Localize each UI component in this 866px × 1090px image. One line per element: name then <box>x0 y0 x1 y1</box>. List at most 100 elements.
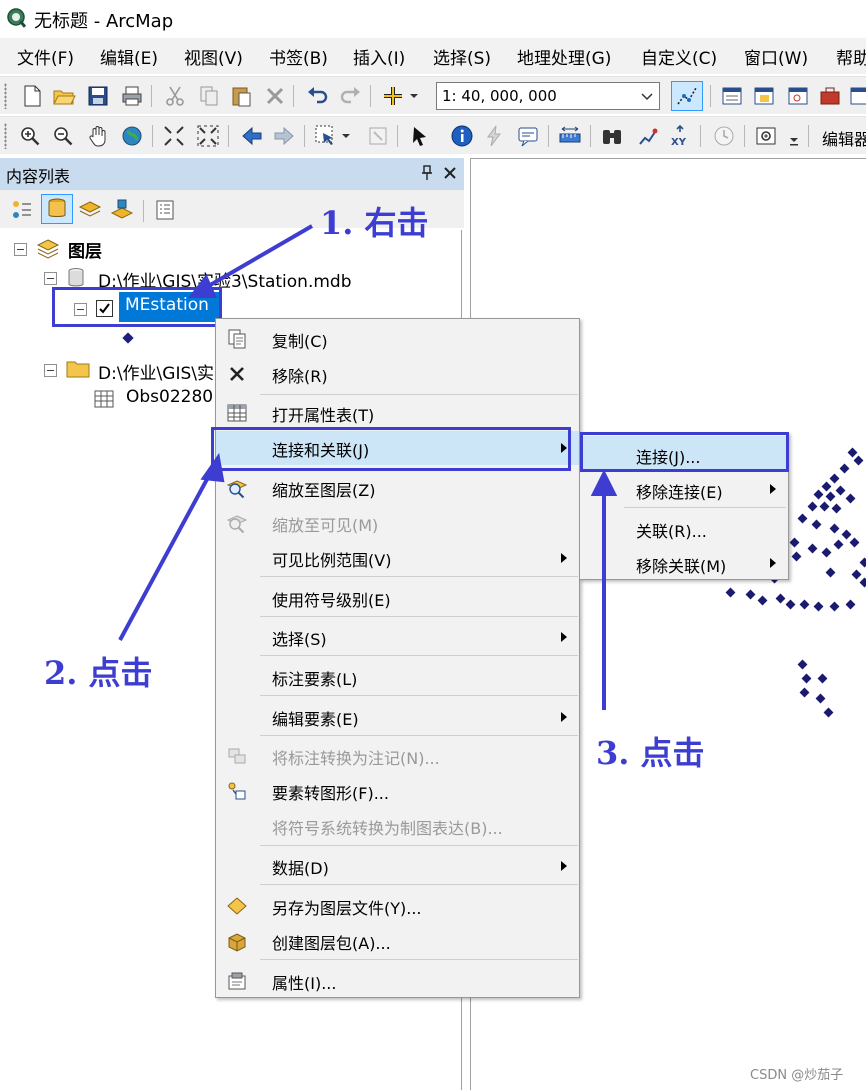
menu-item-data[interactable]: 数据(D) <box>216 849 579 883</box>
pan-hand-icon[interactable] <box>86 124 110 148</box>
catalog-window-icon[interactable] <box>752 84 776 108</box>
undo-icon[interactable] <box>305 84 329 108</box>
new-document-icon[interactable] <box>20 84 44 108</box>
fixed-zoom-out-icon[interactable] <box>196 124 220 148</box>
full-extent-globe-icon[interactable] <box>120 124 144 148</box>
submenu-item-remove-relates[interactable]: 移除关联(M) <box>580 545 788 579</box>
select-features-icon[interactable] <box>314 124 338 148</box>
menu-geoprocessing[interactable]: 地理处理(G) <box>517 44 611 69</box>
find-route-icon[interactable] <box>636 124 660 148</box>
layers-root-label[interactable]: 图层 <box>68 237 102 262</box>
map-point <box>815 693 826 704</box>
find-binoculars-icon[interactable] <box>600 124 624 148</box>
toolbar-grip[interactable] <box>4 83 7 109</box>
menu-help[interactable]: 帮助 <box>836 44 866 69</box>
arctoolbox-icon[interactable] <box>818 84 842 108</box>
print-icon[interactable] <box>120 84 144 108</box>
close-icon[interactable] <box>442 165 458 181</box>
editor-toolbar-toggle[interactable] <box>671 81 703 111</box>
submenu-item-relate[interactable]: 关联(R)... <box>580 510 788 544</box>
highlight-box-step2 <box>211 427 571 471</box>
menu-item-convert-features-to-graphics[interactable]: 要素转图形(F)... <box>216 774 579 808</box>
submenu-item-remove-joins[interactable]: 移除连接(E) <box>580 471 788 505</box>
menu-item-remove[interactable]: 移除(R) <box>216 357 579 391</box>
time-slider-icon[interactable] <box>712 124 736 148</box>
measure-icon[interactable] <box>558 124 582 148</box>
menu-item-convert-labels[interactable]: 将标注转换为注记(N)... <box>216 739 579 773</box>
go-to-xy-icon[interactable]: XY <box>668 124 692 148</box>
pin-icon[interactable] <box>419 164 435 182</box>
fixed-zoom-in-icon[interactable] <box>162 124 186 148</box>
table-name[interactable]: Obs02280 <box>126 387 213 407</box>
menu-item-open-attribute-table[interactable]: 打开属性表(T) <box>216 396 579 430</box>
html-popup-icon[interactable] <box>516 124 540 148</box>
collapse-database-toggle[interactable] <box>44 272 57 285</box>
identify-icon[interactable] <box>450 124 474 148</box>
map-scale-combo[interactable]: 1: 40, 000, 000 <box>436 82 660 110</box>
hyperlink-icon[interactable] <box>482 124 506 148</box>
editor-menu[interactable]: 编辑器 <box>822 126 866 150</box>
add-data-icon[interactable] <box>381 84 405 108</box>
menu-item-use-symbol-levels[interactable]: 使用符号级别(E) <box>216 581 579 615</box>
clear-selection-icon[interactable] <box>366 124 390 148</box>
open-folder-icon[interactable] <box>52 84 76 108</box>
list-by-source-button[interactable] <box>41 194 73 224</box>
toc-options-icon[interactable] <box>153 198 177 222</box>
chevron-down-icon[interactable] <box>340 124 352 148</box>
menu-bookmarks[interactable]: 书签(B) <box>269 44 328 69</box>
folder-icon <box>66 361 90 378</box>
toolbar-grip[interactable] <box>4 123 7 149</box>
copy-icon[interactable] <box>197 84 221 108</box>
menu-item-zoom-to-visible[interactable]: 缩放至可见(M) <box>216 506 579 540</box>
map-point <box>791 551 802 562</box>
go-back-icon[interactable] <box>240 124 264 148</box>
cut-icon[interactable] <box>163 84 187 108</box>
menu-item-label-features[interactable]: 标注要素(L) <box>216 660 579 694</box>
collapse-layers-toggle[interactable] <box>14 243 27 256</box>
chevron-down-icon[interactable] <box>408 84 420 108</box>
menu-customize[interactable]: 自定义(C) <box>641 44 717 69</box>
toc-window-icon[interactable] <box>720 84 744 108</box>
point-symbol <box>122 332 134 344</box>
go-forward-icon[interactable] <box>272 124 296 148</box>
map-point <box>797 659 808 670</box>
menu-view[interactable]: 视图(V) <box>184 44 243 69</box>
folder-path[interactable]: D:\作业\GIS\实 <box>98 359 214 384</box>
menu-item-save-as-layer-file[interactable]: 另存为图层文件(Y)... <box>216 889 579 923</box>
menu-edit[interactable]: 编辑(E) <box>100 44 158 69</box>
menu-item-label: 可见比例范围(V) <box>272 551 392 570</box>
menu-windows[interactable]: 窗口(W) <box>744 44 808 69</box>
map-point <box>745 589 756 600</box>
list-by-visibility-icon[interactable] <box>78 198 102 222</box>
menu-file[interactable]: 文件(F) <box>17 44 74 69</box>
menu-selection[interactable]: 选择(S) <box>433 44 491 69</box>
toolbar-options-icon[interactable] <box>788 124 800 148</box>
zoom-in-icon[interactable] <box>18 124 42 148</box>
menu-item-zoom-to-layer[interactable]: 缩放至图层(Z) <box>216 471 579 505</box>
menu-item-copy[interactable]: 复制(C) <box>216 322 579 356</box>
toc-header: 内容列表 <box>0 158 464 190</box>
map-point <box>845 493 856 504</box>
svg-text:XY: XY <box>671 137 687 148</box>
delete-icon[interactable] <box>263 84 287 108</box>
collapse-folder-toggle[interactable] <box>44 364 57 377</box>
chevron-down-icon[interactable] <box>639 88 655 104</box>
python-window-icon[interactable] <box>848 84 866 108</box>
list-by-selection-icon[interactable] <box>110 198 134 222</box>
menu-item-label: 移除关联(M) <box>636 557 727 576</box>
menu-item-convert-symbology[interactable]: 将符号系统转换为制图表达(B)... <box>216 809 579 843</box>
select-elements-arrow-icon[interactable] <box>408 124 432 148</box>
menu-item-selection[interactable]: 选择(S) <box>216 620 579 654</box>
menu-item-edit-features[interactable]: 编辑要素(E) <box>216 700 579 734</box>
menu-item-visible-scale-range[interactable]: 可见比例范围(V) <box>216 541 579 575</box>
menu-insert[interactable]: 插入(I) <box>353 44 405 69</box>
menu-item-properties[interactable]: 属性(I)... <box>216 964 579 998</box>
search-window-icon[interactable] <box>786 84 810 108</box>
magnifier-window-icon[interactable] <box>754 124 778 148</box>
save-icon[interactable] <box>86 84 110 108</box>
menu-item-create-layer-package[interactable]: 创建图层包(A)... <box>216 924 579 958</box>
paste-icon[interactable] <box>229 84 253 108</box>
redo-icon[interactable] <box>339 84 363 108</box>
zoom-out-icon[interactable] <box>51 124 75 148</box>
list-by-drawing-order-icon[interactable] <box>10 198 34 222</box>
